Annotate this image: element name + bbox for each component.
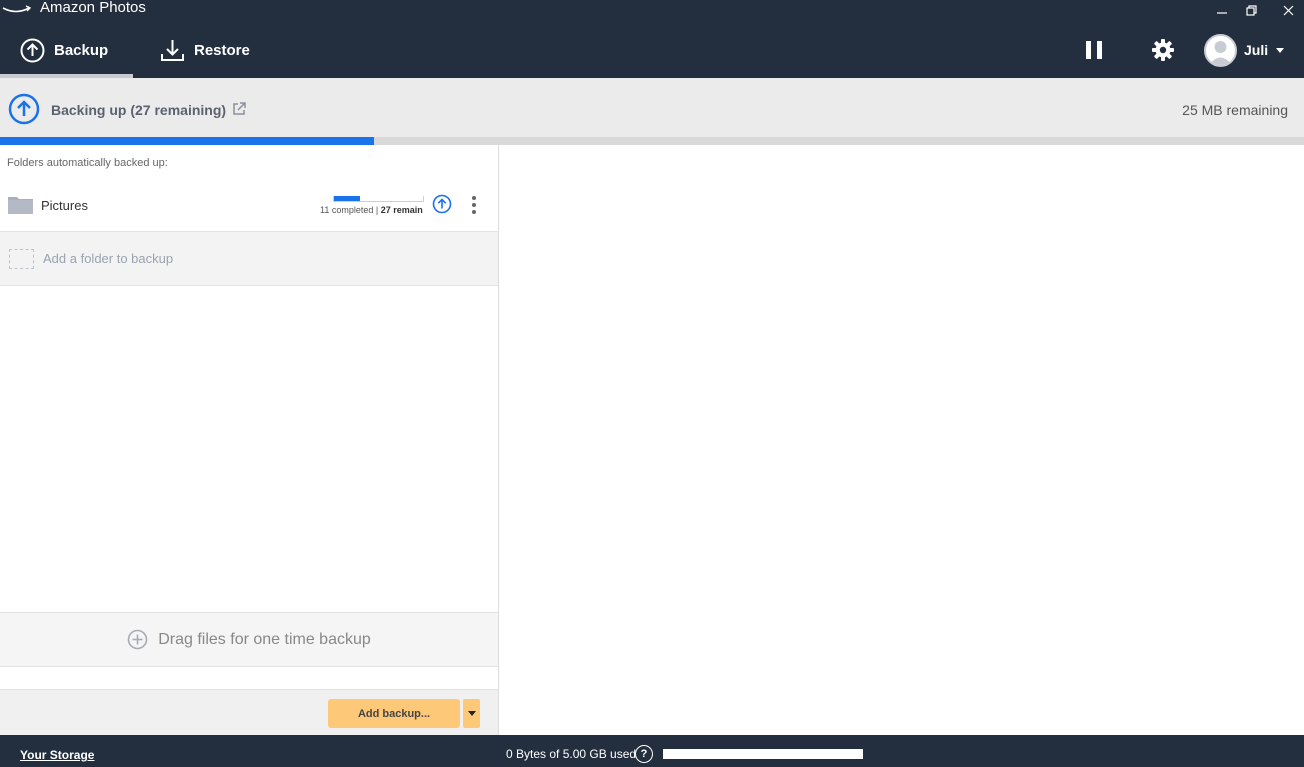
chevron-down-icon <box>1276 47 1285 53</box>
backup-actions-footer: Add backup... <box>0 689 498 735</box>
drag-drop-label: Drag files for one time backup <box>158 630 371 648</box>
close-icon <box>1283 5 1293 15</box>
content-panel <box>500 145 1304 735</box>
title-bar: Amazon Photos <box>0 0 1304 22</box>
pause-button[interactable] <box>1080 22 1108 78</box>
upload-circle-icon[interactable] <box>432 194 452 214</box>
nav-bar: Backup Restore Juli <box>0 22 1304 78</box>
minimize-icon <box>1217 12 1227 14</box>
download-icon <box>161 39 184 61</box>
storage-bar: Your Storage 0 Bytes of 5.00 GB used ? <box>0 735 1304 767</box>
folder-progress-caption: 11 completed | 27 remain <box>320 205 423 215</box>
add-backup-dropdown-button[interactable] <box>463 699 480 728</box>
tab-backup-label: Backup <box>54 41 109 59</box>
user-menu[interactable]: Juli <box>1204 22 1300 78</box>
folder-icon <box>8 197 33 214</box>
upload-circle-icon <box>8 93 40 125</box>
restore-window-icon <box>1245 4 1257 16</box>
close-window-button[interactable] <box>1272 0 1304 20</box>
folders-panel: Folders automatically backed up: Picture… <box>0 145 499 735</box>
folder-progress-fill <box>334 196 360 201</box>
storage-used-text: 0 Bytes of 5.00 GB used <box>506 747 637 761</box>
add-backup-button[interactable]: Add backup... <box>328 699 460 728</box>
folders-heading: Folders automatically backed up: <box>7 157 168 169</box>
folder-progress-bar <box>333 196 424 202</box>
tab-restore[interactable]: Restore <box>160 22 270 78</box>
gear-icon <box>1152 39 1174 61</box>
storage-progress-bar <box>663 749 863 759</box>
remaining-size: 25 MB remaining <box>1182 102 1288 118</box>
overall-progress-fill <box>0 137 375 145</box>
more-options-icon[interactable] <box>468 194 480 216</box>
app-title: Amazon Photos <box>40 0 146 16</box>
dashed-folder-icon <box>9 249 34 269</box>
caret-down-icon <box>467 711 476 716</box>
add-folder-button[interactable]: Add a folder to backup <box>0 232 498 286</box>
folder-row[interactable]: Pictures 11 completed | 27 remain <box>0 178 498 232</box>
folder-remain-count: 27 remain <box>380 205 423 215</box>
add-folder-label: Add a folder to backup <box>43 251 174 266</box>
folder-progress-separator: | <box>375 205 379 215</box>
user-name: Juli <box>1244 42 1269 58</box>
help-icon[interactable]: ? <box>635 745 653 763</box>
user-silhouette-icon <box>1209 40 1232 65</box>
settings-button[interactable] <box>1148 22 1178 78</box>
folder-completed-count: 11 completed <box>320 205 374 215</box>
tab-restore-label: Restore <box>194 41 250 59</box>
minimize-button[interactable] <box>1206 0 1238 20</box>
amazon-smile-logo-icon <box>2 5 32 13</box>
overall-progress-bar <box>0 137 1304 145</box>
plus-circle-icon <box>127 629 148 650</box>
upload-circle-icon <box>20 38 45 62</box>
backup-status-text: Backing up (27 remaining) <box>51 102 227 118</box>
external-link-icon[interactable] <box>232 102 246 116</box>
avatar <box>1204 33 1237 67</box>
backup-status-bar: Backing up (27 remaining) 25 MB remainin… <box>0 78 1304 138</box>
pause-icon <box>1086 41 1102 59</box>
tab-backup[interactable]: Backup <box>0 22 133 78</box>
your-storage-link[interactable]: Your Storage <box>20 748 94 762</box>
folder-name: Pictures <box>41 198 88 213</box>
drag-drop-zone[interactable]: Drag files for one time backup <box>0 612 498 667</box>
restore-window-button[interactable] <box>1235 0 1267 20</box>
